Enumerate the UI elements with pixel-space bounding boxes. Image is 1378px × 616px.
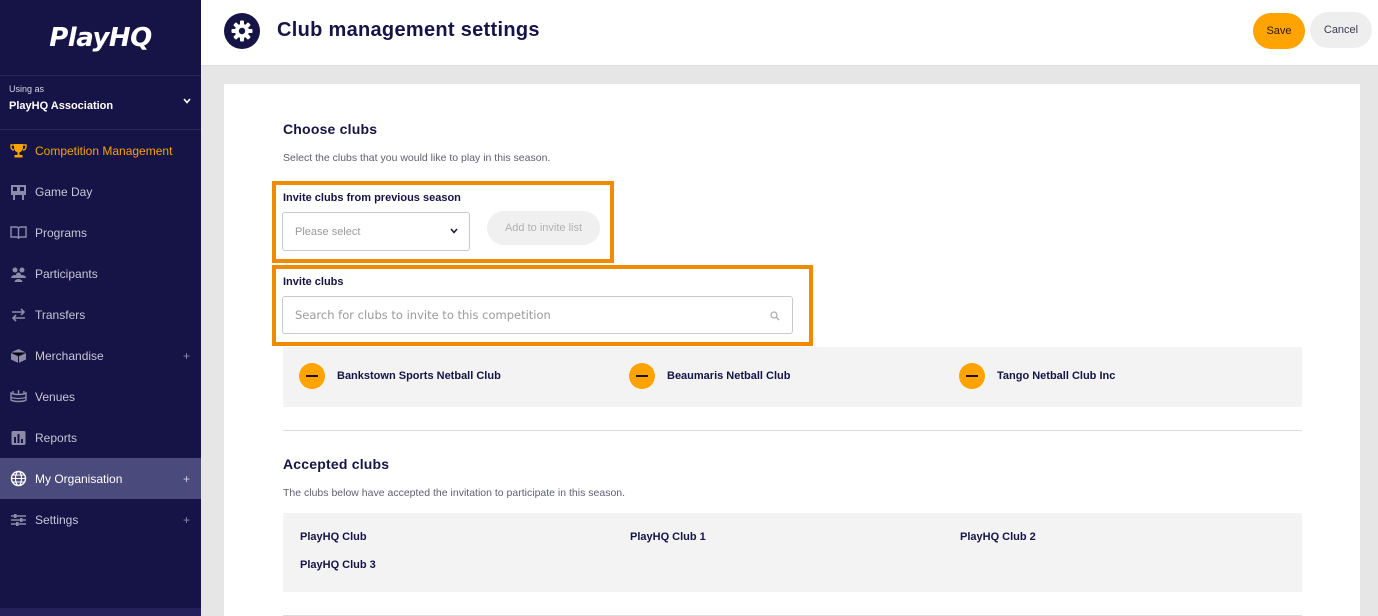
logo-text: PlayHQ — [49, 22, 152, 53]
playhq-logo[interactable]: PlayHQ — [0, 0, 201, 76]
accepted-club-item: PlayHQ Club 1 — [630, 531, 706, 543]
expand-icon[interactable]: + — [183, 513, 190, 527]
sliders-icon — [9, 511, 27, 529]
sidebar-nav: Competition Management Game Day Programs… — [0, 130, 201, 540]
org-name: PlayHQ Association — [9, 100, 114, 112]
sidebar-item-transfers[interactable]: Transfers — [0, 294, 201, 335]
sidebar: PlayHQ Using as PlayHQ Association Compe… — [0, 0, 201, 616]
org-switcher[interactable]: Using as PlayHQ Association — [0, 76, 201, 130]
sidebar-item-settings[interactable]: Settings + — [0, 499, 201, 540]
sidebar-item-merchandise[interactable]: Merchandise + — [0, 335, 201, 376]
accepted-clubs-heading: Accepted clubs — [283, 456, 390, 472]
invited-clubs-panel: Bankstown Sports Netball Club Beaumaris … — [283, 347, 1302, 407]
sidebar-item-programs[interactable]: Programs — [0, 212, 201, 253]
save-button[interactable]: Save — [1253, 13, 1305, 49]
remove-club-icon[interactable] — [959, 363, 985, 389]
search-icon[interactable] — [770, 310, 780, 324]
remove-club-icon[interactable] — [629, 363, 655, 389]
content-card: Choose clubs Select the clubs that you w… — [224, 84, 1360, 616]
previous-season-label: Invite clubs from previous season — [283, 192, 461, 204]
sidebar-item-label: Merchandise — [35, 348, 104, 363]
book-icon — [9, 224, 27, 242]
sidebar-item-label: Competition Management — [35, 143, 173, 158]
chevron-down-icon[interactable] — [183, 96, 191, 107]
sidebar-item-competition-management[interactable]: Competition Management — [0, 130, 201, 171]
sidebar-item-label: Venues — [35, 389, 76, 404]
sidebar-item-game-day[interactable]: Game Day — [0, 171, 201, 212]
section-divider — [283, 430, 1302, 431]
sidebar-item-label: Transfers — [35, 307, 86, 322]
previous-season-select[interactable]: Please select — [282, 212, 470, 251]
accepted-clubs-description: The clubs below have accepted the invita… — [283, 487, 626, 499]
sidebar-item-label: Programs — [35, 225, 88, 240]
search-input[interactable]: Search for clubs to invite to this compe… — [282, 296, 793, 334]
accepted-clubs-panel: PlayHQ Club PlayHQ Club 1 PlayHQ Club 2 … — [283, 513, 1302, 592]
invited-club-item: Tango Netball Club Inc — [959, 363, 1115, 389]
transfer-arrows-icon — [9, 306, 27, 324]
page-header: Club management settings Save Cancel — [201, 0, 1378, 66]
sidebar-item-my-organisation[interactable]: My Organisation + — [0, 458, 201, 499]
select-placeholder: Please select — [295, 225, 361, 238]
sidebar-footer — [0, 608, 201, 616]
chevron-down-icon — [450, 226, 458, 236]
sidebar-item-venues[interactable]: Venues — [0, 376, 201, 417]
accepted-club-item: PlayHQ Club 2 — [960, 531, 1036, 543]
remove-club-icon[interactable] — [299, 363, 325, 389]
sidebar-item-label: Settings — [35, 512, 79, 527]
globe-icon — [9, 470, 27, 488]
sidebar-item-reports[interactable]: Reports — [0, 417, 201, 458]
box-icon — [9, 347, 27, 365]
invited-club-item: Bankstown Sports Netball Club — [299, 363, 501, 389]
using-as-label: Using as — [9, 84, 45, 94]
stadium-icon — [9, 388, 27, 406]
accepted-club-item: PlayHQ Club 3 — [300, 559, 376, 571]
report-icon — [9, 429, 27, 447]
choose-clubs-heading: Choose clubs — [283, 121, 378, 137]
club-name: Tango Netball Club Inc — [997, 370, 1116, 382]
choose-clubs-description: Select the clubs that you would like to … — [283, 152, 551, 164]
page-title: Club management settings — [277, 19, 540, 41]
sidebar-item-label: My Organisation — [35, 471, 123, 486]
search-placeholder: Search for clubs to invite to this compe… — [295, 308, 551, 322]
gear-icon — [224, 13, 260, 49]
invite-clubs-label: Invite clubs — [283, 276, 344, 288]
sidebar-item-label: Participants — [35, 266, 98, 281]
sidebar-item-participants[interactable]: Participants — [0, 253, 201, 294]
add-to-invite-list-button[interactable]: Add to invite list — [487, 211, 600, 245]
club-name: Beaumaris Netball Club — [667, 370, 791, 382]
people-icon — [9, 265, 27, 283]
accepted-club-item: PlayHQ Club — [300, 531, 367, 543]
expand-icon[interactable]: + — [183, 472, 190, 486]
trophy-icon — [9, 142, 27, 160]
sidebar-item-label: Game Day — [35, 184, 93, 199]
expand-icon[interactable]: + — [183, 349, 190, 363]
invited-club-item: Beaumaris Netball Club — [629, 363, 790, 389]
cancel-button[interactable]: Cancel — [1310, 12, 1372, 48]
club-name: Bankstown Sports Netball Club — [337, 370, 501, 382]
sidebar-item-label: Reports — [35, 430, 78, 445]
scoreboard-icon — [9, 183, 27, 201]
